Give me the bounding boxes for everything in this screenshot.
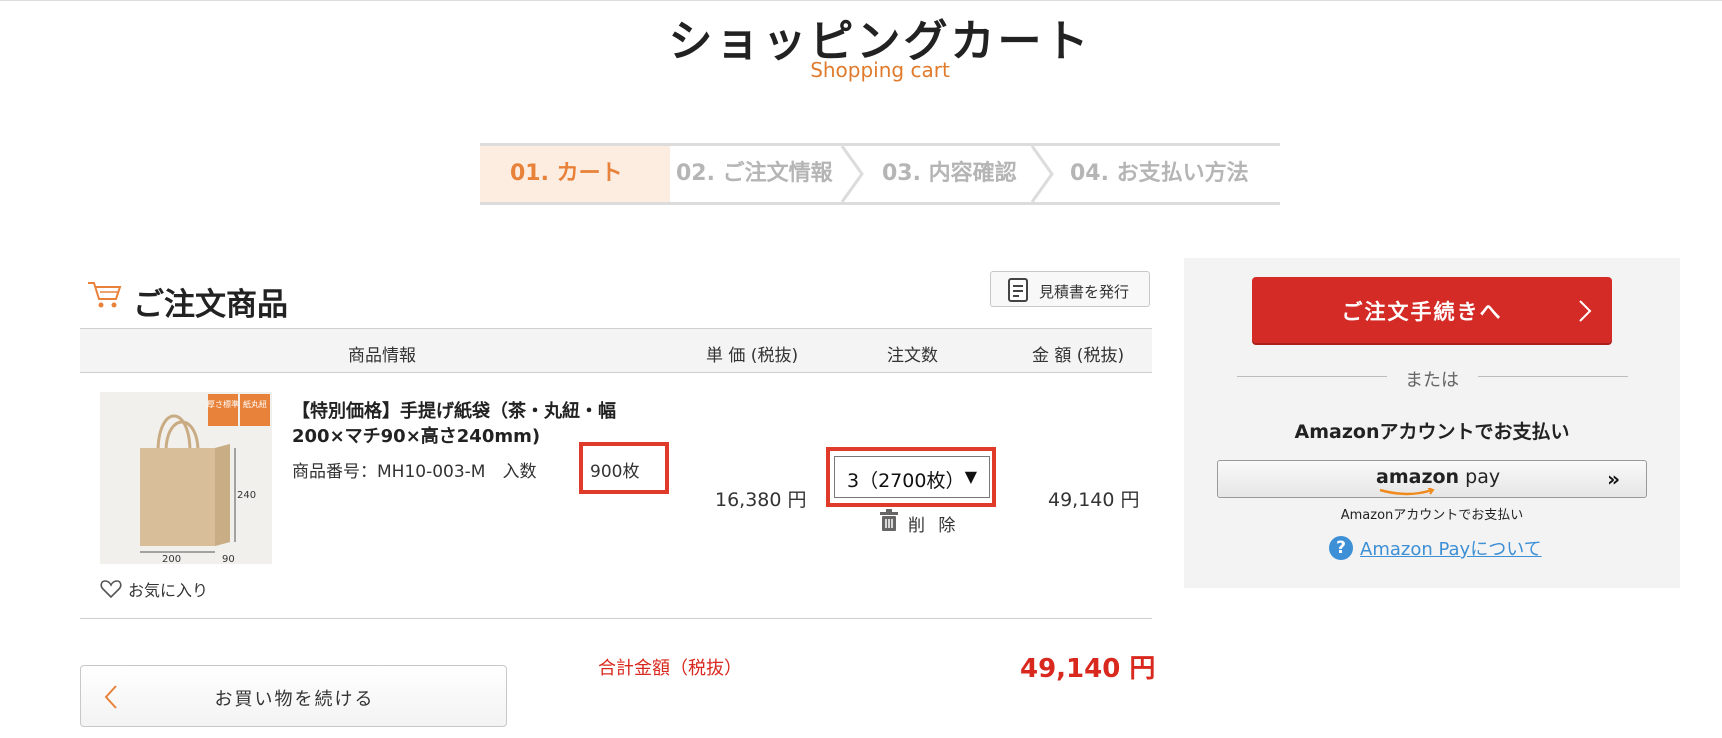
step-arrow-icon <box>640 146 660 202</box>
proceed-checkout-label: ご注文手続きへ <box>1341 300 1503 324</box>
step-confirm: 03. 内容確認 <box>882 146 1017 202</box>
delete-link[interactable]: 削 除 <box>908 511 959 536</box>
amazon-heading: Amazonアカウントでお支払い <box>1294 421 1570 443</box>
step-label: 02. ご注文情報 <box>676 161 833 186</box>
or-text: または <box>1405 370 1459 391</box>
amazon-note: Amazonアカウントでお支払い <box>1340 508 1524 523</box>
section-title: ご注文商品 <box>133 287 288 323</box>
line-amount: 49,140 円 <box>1048 489 1140 511</box>
step-label: 03. 内容確認 <box>882 161 1017 186</box>
cart-table-header: 商品情報 単 価 (税抜) 注文数 金 額 (税抜) <box>80 328 1152 373</box>
amazon-logo-text: amazon <box>1376 466 1460 488</box>
row-divider <box>80 618 1152 619</box>
total-label: 合計金額（税抜） <box>598 658 742 679</box>
issue-estimate-button[interactable]: 見積書を発行 <box>990 271 1150 307</box>
divider-line <box>1237 376 1387 377</box>
highlight-box <box>579 442 669 494</box>
product-code: 商品番号：MH10-003-M 入数 <box>292 462 537 482</box>
unit-price: 16,380 円 <box>715 489 807 511</box>
col-quantity: 注文数 <box>887 346 938 366</box>
issue-estimate-label: 見積書を発行 <box>1039 283 1130 301</box>
page-subtitle: Shopping cart <box>810 58 950 82</box>
amazon-pay-text: pay <box>1459 466 1501 488</box>
step-label: 01. カート <box>510 161 623 186</box>
step-arrow-icon <box>1030 146 1054 202</box>
continue-shopping-button[interactable]: お買い物を続ける <box>80 665 507 727</box>
tag-thickness: 厚さ標準 <box>207 399 239 409</box>
product-name[interactable]: 【特別価格】手提げ紙袋（茶・丸紐・幅 200×マチ90×高さ240mm) <box>292 399 616 449</box>
col-amount: 金 額 (税抜) <box>1032 346 1125 366</box>
dim-depth: 90 <box>222 554 235 564</box>
step-payment: 04. お支払い方法 <box>1070 146 1249 202</box>
col-unit-price: 単 価 (税抜) <box>706 346 799 366</box>
heart-icon[interactable] <box>100 579 122 599</box>
amazon-smile-icon <box>1379 488 1435 496</box>
document-icon <box>1008 278 1028 302</box>
col-product: 商品情報 <box>348 346 416 366</box>
product-image[interactable]: 厚さ標準 紙丸紐 240 200 90 <box>100 392 272 564</box>
product-name-line: 【特別価格】手提げ紙袋（茶・丸紐・幅 <box>292 401 616 422</box>
trash-icon[interactable] <box>878 508 900 532</box>
quantity-value: 3（2700枚） <box>847 470 965 492</box>
cart-icon <box>88 282 122 308</box>
quantity-select[interactable]: 3（2700枚） ▼ <box>834 456 990 498</box>
help-icon[interactable]: ? <box>1329 536 1353 560</box>
amazon-pay-logo: amazon pay <box>1376 466 1500 488</box>
total-value: 49,140 円 <box>1020 654 1156 684</box>
product-name-line: 200×マチ90×高さ240mm) <box>292 426 541 447</box>
continue-shopping-label: お買い物を続ける <box>214 689 375 710</box>
dropdown-arrow-icon: ▼ <box>964 467 977 486</box>
tag-round-string: 紙丸紐 <box>243 399 267 409</box>
checkout-steps: 01. カート 02. ご注文情報 03. 内容確認 04. お支払い方法 <box>480 143 1280 205</box>
step-arrow-icon <box>840 146 864 202</box>
double-chevron-right-icon: » <box>1607 467 1620 491</box>
chevron-right-icon <box>1579 300 1592 322</box>
amazon-pay-info-link[interactable]: Amazon Payについて <box>1360 535 1542 561</box>
dim-width: 200 <box>162 554 181 564</box>
amazon-pay-button[interactable]: amazon pay » <box>1217 460 1647 498</box>
step-label: 04. お支払い方法 <box>1070 161 1249 186</box>
proceed-checkout-button[interactable]: ご注文手続きへ <box>1252 277 1612 343</box>
step-order-info: 02. ご注文情報 <box>676 146 833 202</box>
divider-line <box>1478 376 1628 377</box>
dim-height: 240 <box>237 490 256 501</box>
favorite-link[interactable]: お気に入り <box>128 577 208 601</box>
